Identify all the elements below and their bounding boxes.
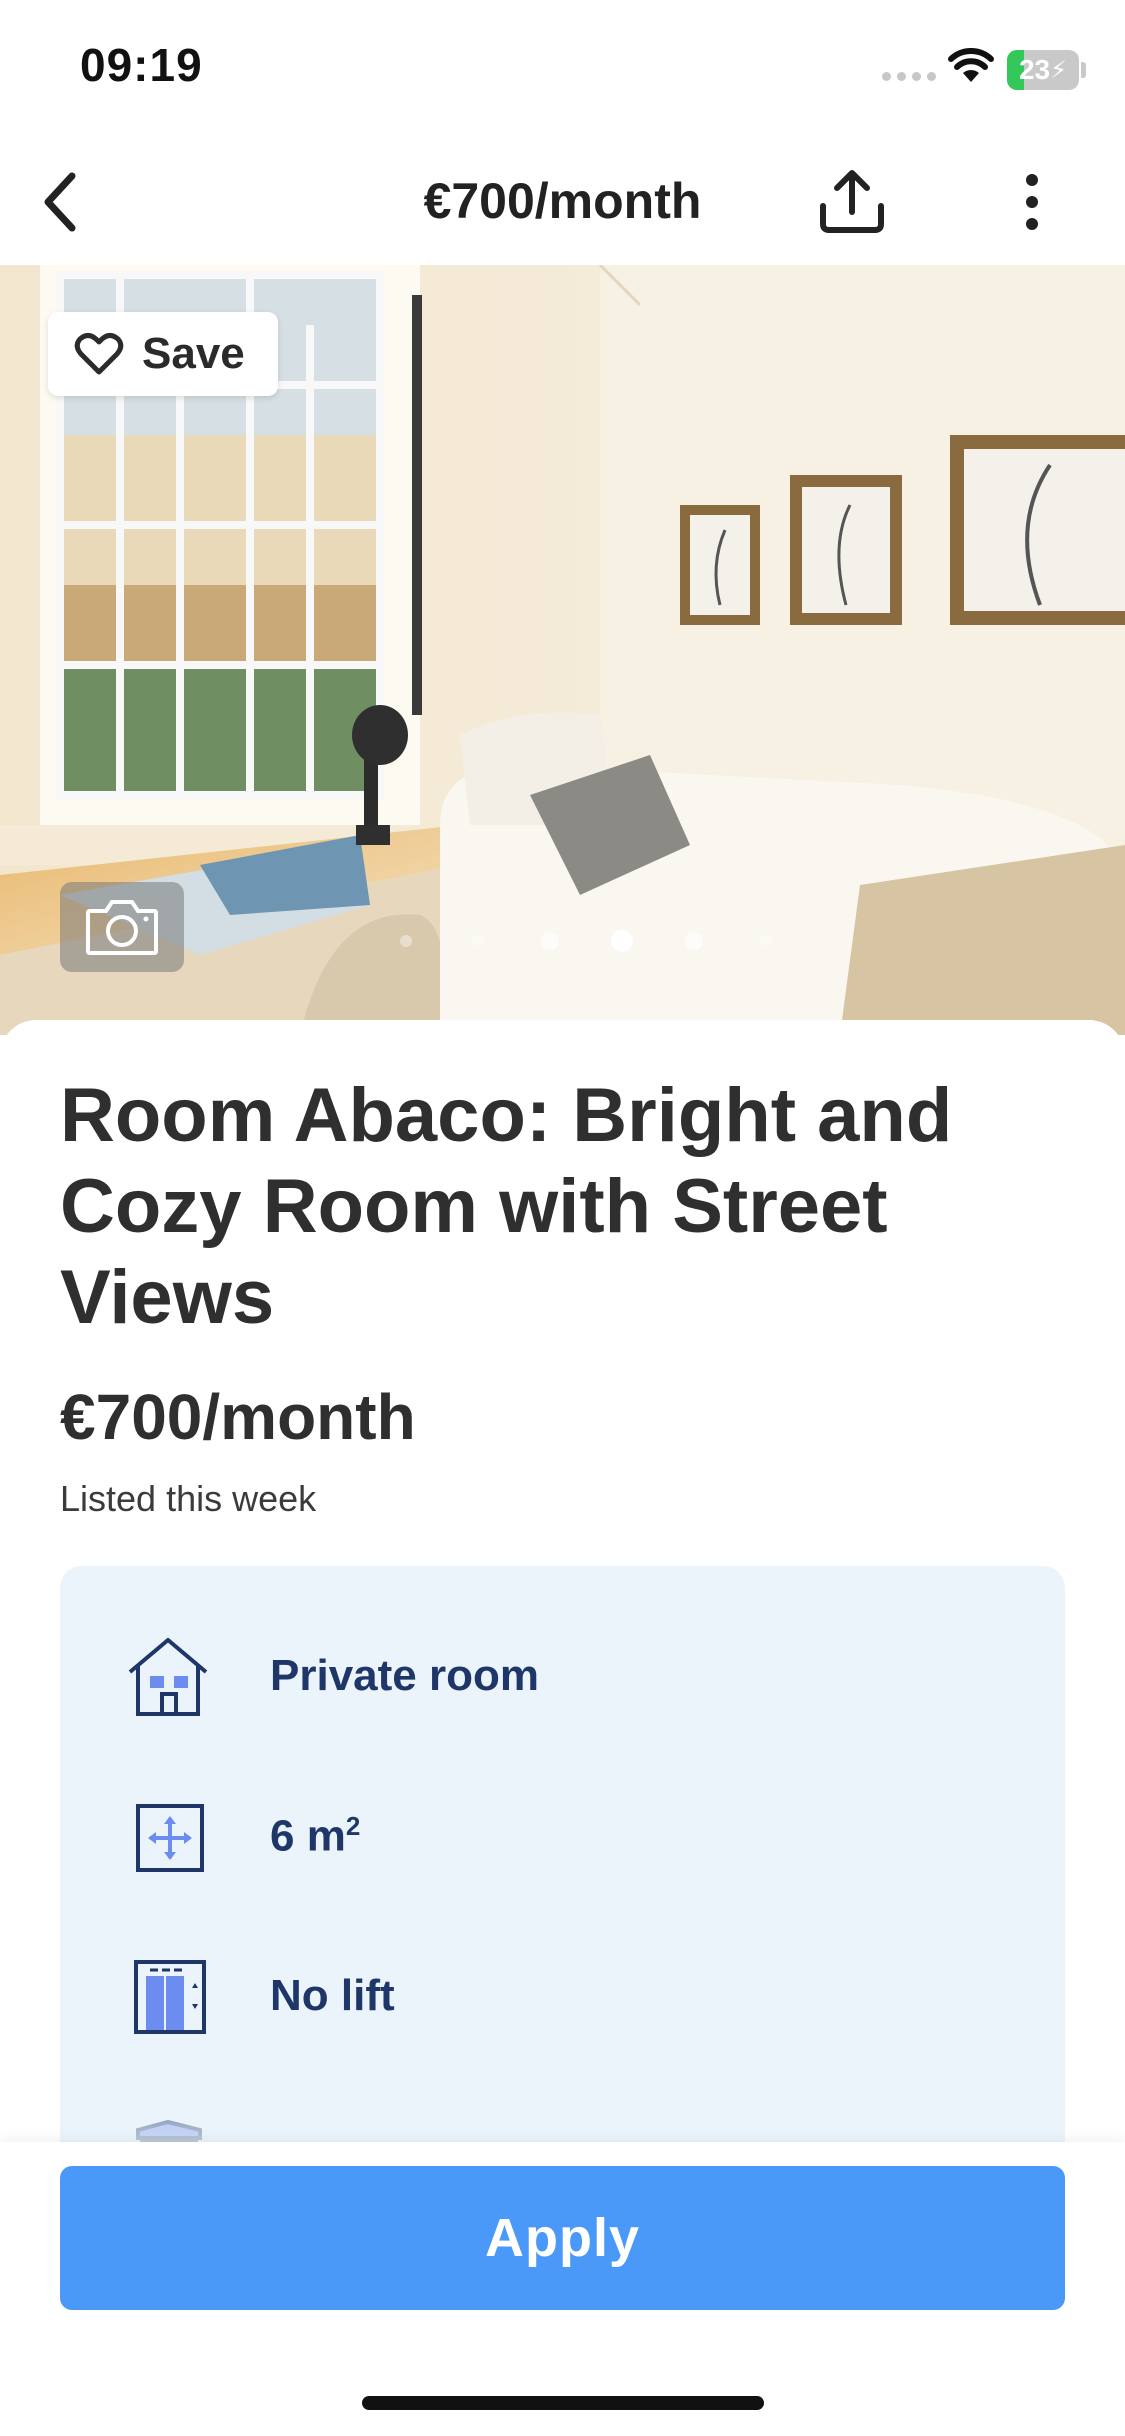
feature-label-lift: No lift [270,1971,395,2020]
battery-nub [1081,62,1086,78]
home-indicator[interactable] [362,2396,764,2410]
listing-title: Room Abaco: Bright and Cozy Room with St… [60,1073,953,1340]
heart-outline-icon [74,333,124,375]
battery-level: 23 [1018,54,1051,85]
camera-icon [86,900,158,955]
carousel-dot[interactable] [541,932,559,950]
share-button[interactable] [810,160,894,244]
elevator-icon [122,1950,214,2042]
more-options-button[interactable] [1000,160,1064,244]
feature-row-lift: No lift [60,1936,1065,2056]
nav-bar: €700/month [0,140,1125,265]
status-time: 09:19 [80,39,203,91]
apply-button[interactable]: Apply [60,2166,1065,2310]
battery-charging-icon: 23 ⚡ [1007,50,1079,90]
house-icon [122,1630,214,1722]
carousel-dot[interactable] [685,932,703,950]
listing-price: €700/month [60,1381,416,1453]
features-card: Private room 6 m2 No lift [60,1566,1065,2166]
carousel-dot[interactable] [760,935,772,947]
nav-title: €700/month [423,173,702,229]
wifi-icon [948,48,994,89]
feature-label-size: 6 m2 [270,1811,360,1862]
size-unit-superscript: 2 [345,1810,361,1841]
apply-label: Apply [484,2208,640,2268]
feature-label-room-type: Private room [270,1651,539,1700]
save-label: Save [142,329,245,378]
carousel-dot[interactable] [472,935,484,947]
feature-row-room-type: Private room [60,1616,1065,1736]
photos-button[interactable] [60,882,184,972]
carousel-dots[interactable] [370,930,802,952]
save-button[interactable]: Save [48,312,278,396]
size-value: 6 m [270,1811,346,1861]
carousel-dot[interactable] [611,930,633,952]
share-upload-icon [820,170,884,233]
carousel-dot[interactable] [400,935,412,947]
listed-time: Listed this week [60,1478,317,1519]
status-bar: 09:19 23 ⚡ [0,0,1125,140]
feature-row-size: 6 m2 [60,1776,1065,1896]
area-arrows-icon [122,1790,214,1882]
vertical-ellipsis-icon [1026,174,1038,230]
cellular-signal-icon [882,72,936,81]
